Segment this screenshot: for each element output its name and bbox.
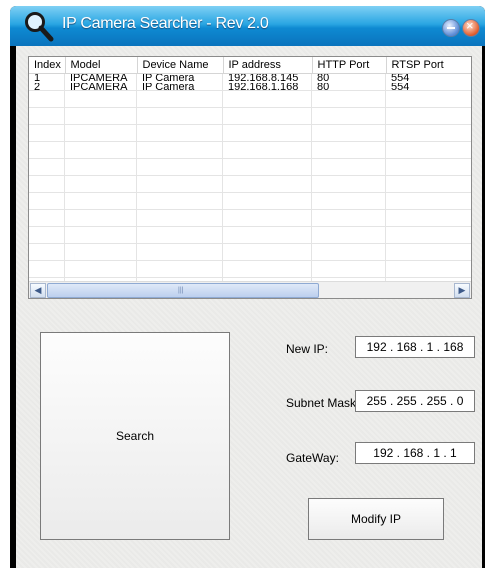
modify-ip-button[interactable]: Modify IP bbox=[308, 498, 444, 540]
arrow-left-icon[interactable]: ◀ bbox=[30, 283, 46, 298]
horizontal-scrollbar[interactable]: ◀ ||| ▶ bbox=[29, 281, 471, 298]
table-cell: IP Camera bbox=[142, 83, 195, 92]
scrollbar-thumb[interactable]: ||| bbox=[47, 283, 319, 298]
table-cell: 192.168.8.145 bbox=[228, 73, 299, 84]
subnet-mask-field[interactable]: 255 . 255 . 255 . 0 bbox=[355, 390, 475, 412]
table-header: Index Model Device Name IP address HTTP … bbox=[29, 57, 471, 74]
column-header[interactable]: IP address bbox=[223, 57, 313, 74]
subnet-mask-label: Subnet Mask: bbox=[286, 396, 360, 410]
column-header[interactable]: Device Name bbox=[137, 57, 224, 74]
client-area: Index Model Device Name IP address HTTP … bbox=[16, 46, 482, 568]
table-cell: 192.168.1.168 bbox=[228, 83, 299, 92]
app-window: IP Camera Searcher - Rev 2.0 Index Model… bbox=[10, 6, 485, 568]
new-ip-label: New IP: bbox=[286, 342, 329, 356]
grip-icon: ||| bbox=[178, 287, 184, 294]
magnifier-icon bbox=[25, 12, 54, 42]
device-list[interactable]: Index Model Device Name IP address HTTP … bbox=[28, 56, 472, 299]
device-table: Index Model Device Name IP address HTTP … bbox=[29, 57, 471, 92]
column-header[interactable]: Index bbox=[29, 57, 66, 74]
table-cell: IP Camera bbox=[142, 73, 195, 84]
close-icon[interactable] bbox=[462, 18, 480, 37]
table-row[interactable]: 2 IPCAMERA IP Camera 192.168.1.168 80 55… bbox=[29, 83, 471, 92]
table-cell: 2 bbox=[34, 83, 41, 92]
title-bar[interactable]: IP Camera Searcher - Rev 2.0 bbox=[10, 6, 485, 46]
arrow-right-icon[interactable]: ▶ bbox=[454, 283, 470, 298]
column-header[interactable]: Model bbox=[65, 57, 138, 74]
table-cell: 80 bbox=[317, 73, 330, 84]
table-row[interactable]: 1 IPCAMERA IP Camera 192.168.8.145 80 55… bbox=[29, 74, 471, 84]
window-title: IP Camera Searcher - Rev 2.0 bbox=[62, 15, 269, 32]
table-cell: 1 bbox=[34, 73, 41, 84]
table-cell: 80 bbox=[317, 83, 330, 92]
table-cell: 554 bbox=[391, 73, 410, 84]
column-header[interactable]: HTTP Port bbox=[312, 57, 387, 74]
new-ip-field[interactable]: 192 . 168 . 1 . 168 bbox=[355, 336, 475, 358]
table-cell: IPCAMERA bbox=[70, 73, 128, 84]
gateway-field[interactable]: 192 . 168 . 1 . 1 bbox=[355, 442, 475, 464]
gateway-label: GateWay: bbox=[286, 451, 339, 465]
minimize-icon[interactable] bbox=[442, 19, 460, 37]
search-button[interactable]: Search bbox=[40, 332, 230, 540]
table-cell: 554 bbox=[391, 83, 410, 92]
column-header[interactable]: RTSP Port bbox=[386, 57, 471, 74]
table-cell: IPCAMERA bbox=[70, 83, 128, 92]
